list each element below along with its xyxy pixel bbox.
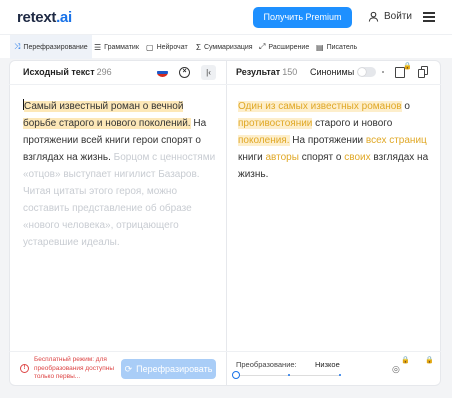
user-icon (368, 11, 379, 22)
refresh-icon: ⟳ (124, 363, 133, 374)
tab-writer[interactable]: ▤ Писатель (316, 35, 357, 59)
logo[interactable]: retext.ai (17, 9, 72, 26)
tab-expansion-label: Расширение (268, 43, 310, 51)
synonyms-toggle[interactable] (357, 67, 376, 77)
warning-icon: ! (20, 364, 29, 373)
free-mode-warning: Бесплатный режим: для преобразования дос… (34, 356, 115, 380)
header-divider (9, 84, 441, 85)
hamburger-menu-icon[interactable] (423, 12, 435, 22)
paraphrase-button[interactable]: ⟳ Перефразировать (121, 359, 216, 379)
result-changed-phrase[interactable]: Один из самых известных романов (238, 101, 402, 112)
writer-icon: ▤ (316, 42, 324, 52)
result-changed-phrase[interactable]: поколения. (238, 135, 290, 146)
chat-icon: ▢ (146, 42, 154, 52)
get-premium-button[interactable]: Получить Premium (253, 7, 352, 28)
paraphrase-button-label: Перефразировать (136, 364, 213, 374)
tab-grammar[interactable]: ☰ Грамматик (94, 35, 139, 59)
result-text-segment: старого и нового (312, 118, 393, 129)
lock-icon: 🔒 (403, 63, 412, 70)
synonyms-label: Синонимы (310, 67, 355, 77)
expand-icon: ⤢ (259, 42, 266, 51)
login-label: Войти (384, 11, 412, 22)
mode-label: Преобразование: (236, 360, 297, 369)
tab-summarization[interactable]: Σ Суммаризация (196, 35, 253, 59)
footer-divider (9, 351, 441, 352)
source-title: Исходный текст 296 (23, 67, 112, 77)
result-changed-phrase[interactable]: своих (344, 152, 370, 163)
source-text-area[interactable]: Самый известный роман о вечной борьбе ст… (23, 98, 218, 251)
source-char-count: 296 (96, 67, 112, 77)
clear-icon[interactable]: × (179, 67, 190, 78)
slider-tick (288, 374, 290, 376)
result-text-segment: спорят о (298, 152, 345, 163)
slider-tick (339, 374, 341, 376)
tab-paraphrase[interactable]: ⤨ Перефразирование (10, 35, 92, 59)
result-changed-phrase[interactable]: всех страниц (366, 135, 427, 146)
result-text-area[interactable]: Один из самых известных романов о против… (238, 98, 433, 183)
tools-nav: ⤨ Перефразирование ☰ Грамматик ▢ Нейроча… (0, 34, 452, 59)
shuffle-icon: ⤨ (14, 42, 21, 51)
result-char-count: 150 (282, 67, 298, 77)
russian-flag-icon[interactable] (157, 68, 168, 77)
lock-icon: 🔒 (425, 357, 434, 364)
separator-dot (382, 71, 384, 73)
panel-divider (226, 60, 227, 386)
collapse-icon[interactable]: |‹ (201, 65, 216, 80)
tab-neurochat[interactable]: ▢ Нейрочат (146, 35, 188, 59)
mode-value: Низкое (315, 360, 340, 369)
grammar-icon: ☰ (94, 42, 102, 52)
sigma-icon: Σ (196, 42, 201, 52)
result-text-segment: На протяжении (289, 135, 366, 146)
mode-slider-knob[interactable] (232, 371, 240, 379)
preview-icon[interactable]: ◎ (392, 364, 400, 375)
top-bar: retext.ai Получить Premium Войти (0, 0, 452, 34)
tab-summarization-label: Суммаризация (203, 43, 253, 51)
tab-paraphrase-label: Перефразирование (23, 43, 88, 51)
result-text-segment: книги (238, 152, 266, 163)
copy-icon[interactable] (418, 66, 428, 78)
result-text-segment: о (401, 101, 410, 112)
source-text-faded: Борцом с ценностями «отцов» выступает ни… (23, 152, 216, 248)
login-button[interactable]: Войти (368, 11, 412, 22)
tab-neurochat-label: Нейрочат (156, 43, 188, 51)
tab-writer-label: Писатель (326, 43, 358, 51)
result-changed-phrase[interactable]: авторы (266, 152, 299, 163)
tab-expansion[interactable]: ⤢ Расширение (259, 35, 309, 59)
lock-icon: 🔒 (401, 357, 410, 364)
tab-grammar-label: Грамматик (104, 43, 139, 51)
result-title: Результат 150 (236, 67, 298, 77)
source-text-highlighted: Самый известный роман о вечной борьбе ст… (23, 101, 191, 129)
result-changed-phrase[interactable]: противостоянии (238, 118, 313, 129)
